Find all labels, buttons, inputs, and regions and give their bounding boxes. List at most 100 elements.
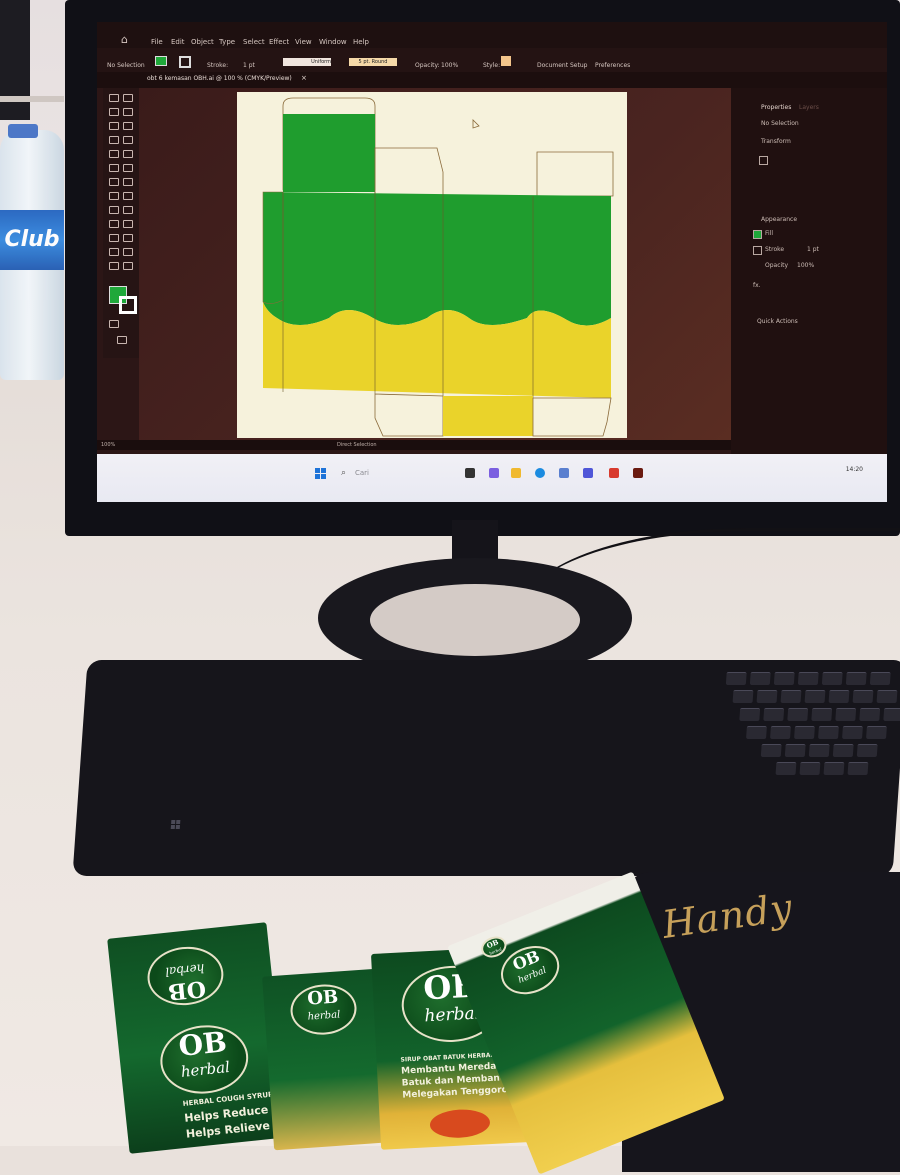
- panel-stroke-label: Stroke: [765, 246, 785, 253]
- menu-view[interactable]: View: [295, 38, 312, 46]
- wall-frame: [0, 0, 30, 120]
- panel-transform-label: Transform: [761, 138, 791, 145]
- menu-file[interactable]: File: [151, 38, 163, 46]
- task-view-icon[interactable]: [465, 468, 475, 478]
- illustrator-menubar: ⌂ File Edit Object Type Select Effect Vi…: [97, 22, 887, 48]
- tools-panel: [103, 88, 139, 358]
- panel-fill-swatch[interactable]: [753, 230, 762, 239]
- scale-tool-icon[interactable]: [123, 178, 133, 186]
- artboard-tool-icon[interactable]: [109, 262, 119, 270]
- bottom-flap-yellow: [443, 396, 533, 436]
- menu-type[interactable]: Type: [219, 38, 235, 46]
- edge-icon[interactable]: [535, 468, 545, 478]
- panel-opacity-value[interactable]: 100%: [797, 262, 814, 269]
- panel-stroke-value[interactable]: 1 pt: [807, 246, 819, 253]
- canvas-workarea[interactable]: [139, 88, 731, 440]
- symbol-sprayer-tool-icon[interactable]: [109, 248, 119, 256]
- fill-color-control[interactable]: [155, 56, 167, 66]
- dust-flap-2: [536, 151, 614, 197]
- selection-tool-icon[interactable]: [109, 94, 119, 102]
- brush-definition[interactable]: 5 pt. Round: [349, 58, 397, 66]
- file-explorer-icon[interactable]: [511, 468, 521, 478]
- width-tool-icon[interactable]: [109, 192, 119, 200]
- app-icon[interactable]: [583, 468, 593, 478]
- blend-tool-icon[interactable]: [123, 234, 133, 242]
- tab-properties[interactable]: Properties: [761, 104, 791, 111]
- wall-shelf: [0, 96, 64, 102]
- taskbar-search[interactable]: Cari: [355, 469, 369, 477]
- gradient-tool-icon[interactable]: [123, 220, 133, 228]
- graph-tool-icon[interactable]: [123, 248, 133, 256]
- panel-appearance-label: Appearance: [761, 216, 798, 223]
- bottom-dust-flap-1: [374, 393, 444, 437]
- illustrator-icon[interactable]: [633, 468, 643, 478]
- type-tool-icon[interactable]: [109, 136, 119, 144]
- graphic-style-swatch[interactable]: [501, 56, 511, 66]
- shape-builder-tool-icon[interactable]: [109, 206, 119, 214]
- document-setup-button[interactable]: Document Setup: [537, 62, 587, 69]
- dust-flap-1: [374, 147, 444, 197]
- status-bar: 100% Direct Selection: [97, 440, 731, 450]
- line-tool-icon[interactable]: [123, 136, 133, 144]
- mesh-tool-icon[interactable]: [109, 220, 119, 228]
- shaper-tool-icon[interactable]: [109, 164, 119, 172]
- bottom-dust-flap-2: [532, 397, 612, 437]
- windows-start-icon[interactable]: [315, 468, 327, 480]
- stroke-color-control[interactable]: [179, 56, 191, 68]
- control-opacity-label: Opacity:: [415, 62, 440, 69]
- magic-wand-tool-icon[interactable]: [109, 108, 119, 116]
- curvature-tool-icon[interactable]: [123, 122, 133, 130]
- menu-window[interactable]: Window: [319, 38, 347, 46]
- windows-taskbar: ⌕ Cari 14:20: [97, 454, 887, 502]
- glue-tab: [262, 191, 284, 304]
- properties-panel: Properties Layers No Selection Transform…: [731, 88, 887, 454]
- ob-herbal-package-1: OB herbal OB herbal HERBAL COUGH SYRUP H…: [107, 922, 315, 1154]
- keyboard-keys: [717, 668, 900, 808]
- taskbar-clock[interactable]: 14:20: [833, 466, 863, 473]
- bottle-cap: [8, 124, 38, 138]
- chat-icon[interactable]: [489, 468, 499, 478]
- box-dieline[interactable]: [237, 92, 627, 438]
- document-tabbar: obt 6 kemasan OBH.ai @ 100 % (CMYK/Previ…: [97, 72, 887, 88]
- eyedropper-tool-icon[interactable]: [109, 234, 119, 242]
- perspective-grid-tool-icon[interactable]: [123, 206, 133, 214]
- pen-tool-icon[interactable]: [109, 122, 119, 130]
- reference-point-icon[interactable]: [759, 156, 768, 165]
- monitor-screen: ⌂ File Edit Object Type Select Effect Vi…: [97, 22, 887, 502]
- control-opacity-value[interactable]: 100%: [441, 62, 458, 69]
- menu-edit[interactable]: Edit: [171, 38, 185, 46]
- menu-select[interactable]: Select: [243, 38, 265, 46]
- panel-stroke-swatch[interactable]: [753, 246, 762, 255]
- body-green: [263, 192, 611, 326]
- menu-object[interactable]: Object: [191, 38, 214, 46]
- preferences-button[interactable]: Preferences: [595, 62, 630, 69]
- search-icon[interactable]: ⌕: [341, 468, 346, 478]
- app-icon-red[interactable]: [609, 468, 619, 478]
- store-icon[interactable]: [559, 468, 569, 478]
- zoom-tool-icon[interactable]: [123, 262, 133, 270]
- home-icon[interactable]: ⌂: [121, 34, 133, 45]
- control-stroke-weight[interactable]: 1 pt: [243, 62, 255, 69]
- zoom-level[interactable]: 100%: [101, 442, 115, 448]
- fx-icon[interactable]: fx.: [753, 282, 761, 289]
- menu-help[interactable]: Help: [353, 38, 369, 46]
- rotate-tool-icon[interactable]: [109, 178, 119, 186]
- rectangle-tool-icon[interactable]: [109, 150, 119, 158]
- paintbrush-tool-icon[interactable]: [123, 150, 133, 158]
- eraser-tool-icon[interactable]: [123, 164, 133, 172]
- menu-effect[interactable]: Effect: [269, 38, 289, 46]
- draw-mode-icon[interactable]: [109, 320, 119, 328]
- control-style-label: Style:: [483, 62, 501, 69]
- control-no-selection: No Selection: [107, 62, 145, 69]
- document-tab[interactable]: obt 6 kemasan OBH.ai @ 100 % (CMYK/Previ…: [147, 75, 292, 82]
- screen-mode-icon[interactable]: [117, 336, 127, 344]
- artboard[interactable]: [237, 92, 627, 438]
- stroke-swatch[interactable]: [119, 296, 137, 314]
- free-transform-tool-icon[interactable]: [123, 192, 133, 200]
- variable-width-profile[interactable]: Uniform: [283, 58, 331, 66]
- tab-close-icon[interactable]: ×: [301, 74, 307, 82]
- direct-selection-tool-icon[interactable]: [123, 94, 133, 102]
- tab-layers[interactable]: Layers: [799, 104, 819, 111]
- lasso-tool-icon[interactable]: [123, 108, 133, 116]
- top-flap-green: [283, 114, 375, 192]
